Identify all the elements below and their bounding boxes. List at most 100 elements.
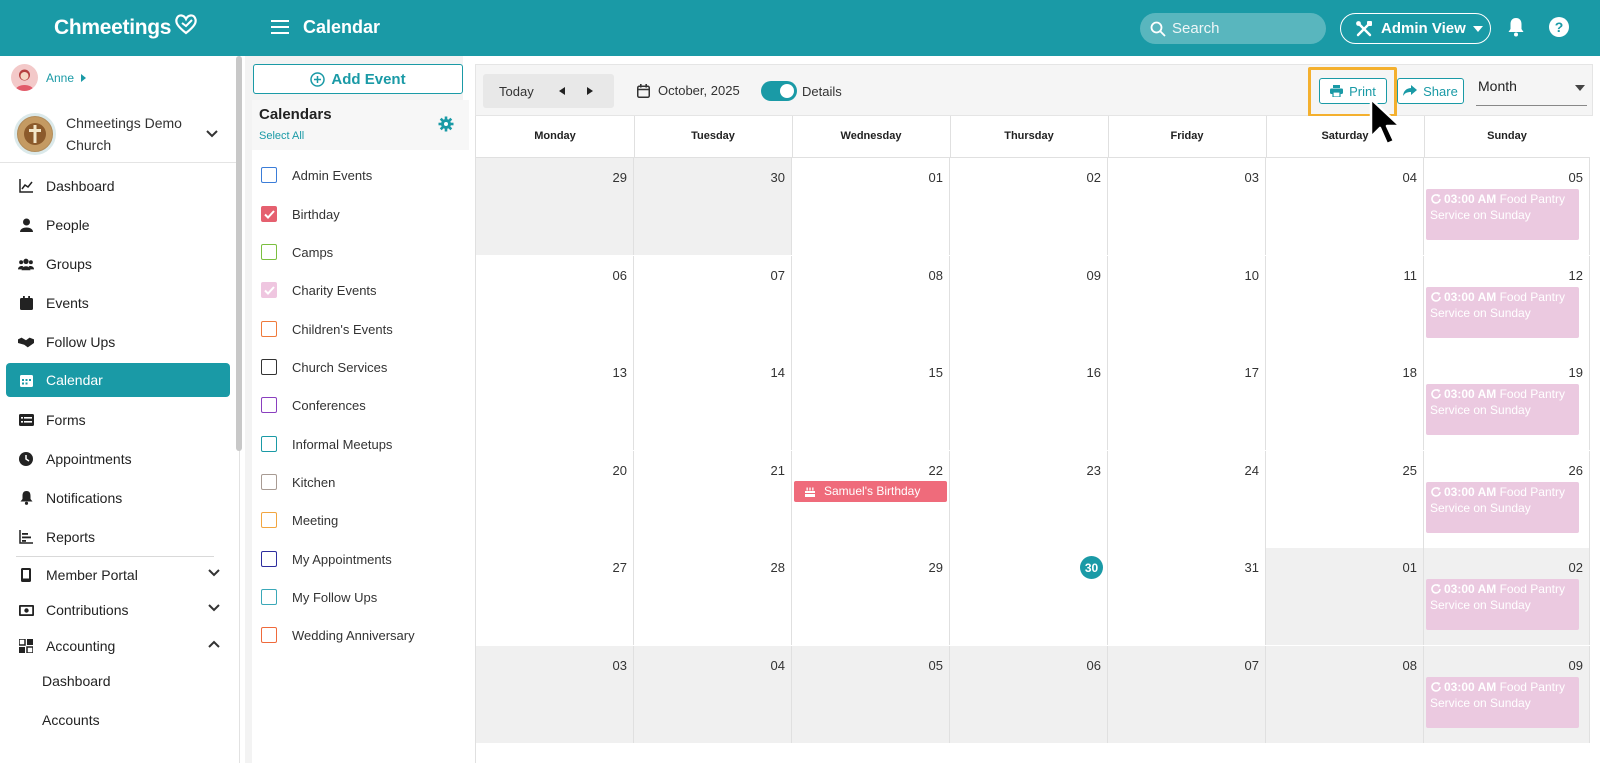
checkbox[interactable] [261,551,277,567]
day-cell[interactable]: 08 [1266,645,1424,743]
day-cell[interactable]: 23 [950,450,1108,548]
day-cell[interactable]: 08 [792,255,950,353]
day-cell[interactable]: 21 [634,450,792,548]
sidebar-item-people[interactable]: People [6,208,230,242]
sidebar-item-appointments[interactable]: Appointments [6,442,230,476]
calendar-filter-item[interactable]: Camps [261,242,333,262]
checkbox[interactable] [261,589,277,605]
day-cell[interactable]: 01 [792,158,950,255]
day-cell[interactable]: 27 [476,548,634,645]
calendar-filter-item[interactable]: Charity Events [261,280,377,300]
add-event-button[interactable]: Add Event [253,64,463,94]
user-menu[interactable]: Anne [11,64,87,91]
checkbox[interactable] [261,244,277,260]
event-chip-food-pantry[interactable]: 03:00 AM Food Pantry Service on Sunday [1426,189,1579,240]
day-cell[interactable]: 11 [1266,255,1424,353]
day-cell[interactable]: 22 Samuel's Birthday [792,450,950,548]
today-button[interactable]: Today [499,84,534,99]
day-cell[interactable]: 02 03:00 AM Food Pantry Service on Sunday [1424,548,1590,645]
event-chip-food-pantry[interactable]: 03:00 AM Food Pantry Service on Sunday [1426,481,1579,533]
checkbox-checked[interactable] [261,206,277,222]
calendar-filter-item[interactable]: Conferences [261,395,366,415]
day-cell[interactable]: 19 03:00 AM Food Pantry Service on Sunday [1424,353,1590,450]
day-cell[interactable]: 04 [634,645,792,743]
sidebar-section-contributions[interactable]: Contributions [6,593,230,627]
day-cell[interactable]: 07 [634,255,792,353]
help-icon[interactable]: ? [1548,16,1570,38]
day-cell[interactable]: 06 [950,645,1108,743]
calendar-filter-item[interactable]: Informal Meetups [261,434,392,454]
day-cell[interactable]: 25 [1266,450,1424,548]
sidebar-item-groups[interactable]: Groups [6,247,230,281]
calendar-filter-item[interactable]: Birthday [261,204,340,224]
sidebar-item-reports[interactable]: Reports [6,520,230,554]
day-cell[interactable]: 06 [476,255,634,353]
checkbox[interactable] [261,512,277,528]
calendar-filter-item[interactable]: Wedding Anniversary [261,625,415,645]
sidebar-item-follow-ups[interactable]: Follow Ups [6,325,230,359]
day-cell[interactable]: 15 [792,353,950,450]
event-chip-food-pantry[interactable]: 03:00 AM Food Pantry Service on Sunday [1426,676,1579,728]
calendar-filter-item[interactable]: Church Services [261,357,387,377]
day-cell[interactable]: 05 03:00 AM Food Pantry Service on Sunday [1424,158,1590,255]
sidebar-section-member-portal[interactable]: Member Portal [6,558,230,592]
gear-icon[interactable] [438,116,454,132]
day-cell[interactable]: 31 [1108,548,1266,645]
day-cell[interactable]: 30 [634,158,792,255]
day-cell[interactable]: 29 [476,158,634,255]
sidebar-item-dashboard[interactable]: Dashboard [6,169,230,203]
sidebar-item-calendar[interactable]: Calendar [6,363,230,397]
day-cell[interactable]: 24 [1108,450,1266,548]
calendar-filter-item[interactable]: Children's Events [261,319,393,339]
event-chip-food-pantry[interactable]: 03:00 AM Food Pantry Service on Sunday [1426,579,1579,630]
calendar-filter-item[interactable]: My Appointments [261,549,392,569]
sidebar-section-accounting[interactable]: Accounting [6,629,230,663]
day-cell[interactable]: 20 [476,450,634,548]
day-cell[interactable]: 17 [1108,353,1266,450]
day-cell[interactable]: 12 03:00 AM Food Pantry Service on Sunday [1424,255,1590,353]
day-cell[interactable]: 05 [792,645,950,743]
checkbox[interactable] [261,167,277,183]
day-cell[interactable]: 04 [1266,158,1424,255]
day-cell[interactable]: 02 [950,158,1108,255]
calendar-filter-item[interactable]: My Follow Ups [261,587,377,607]
search-input[interactable] [1172,20,1312,37]
event-chip-food-pantry[interactable]: 03:00 AM Food Pantry Service on Sunday [1426,384,1579,435]
brand-logo[interactable]: Chmeetings [54,12,199,44]
day-cell[interactable]: 28 [634,548,792,645]
hamburger-menu-icon[interactable] [271,19,289,35]
event-chip-food-pantry[interactable]: 03:00 AM Food Pantry Service on Sunday [1426,286,1579,338]
next-month-icon[interactable] [586,87,593,95]
day-cell[interactable]: 30 [950,548,1108,645]
day-cell[interactable]: 10 [1108,255,1266,353]
search-box[interactable] [1140,13,1326,44]
day-cell[interactable]: 26 03:00 AM Food Pantry Service on Sunday [1424,450,1590,548]
church-selector[interactable]: Chmeetings Demo Church [14,112,230,156]
checkbox[interactable] [261,474,277,490]
day-cell[interactable]: 09 [950,255,1108,353]
select-all-link[interactable]: Select All [259,130,304,142]
sidebar-item-events[interactable]: Events [6,286,230,320]
sidebar-scrollbar[interactable] [236,56,242,451]
checkbox[interactable] [261,436,277,452]
day-cell[interactable]: 13 [476,353,634,450]
calendar-filter-item[interactable]: Kitchen [261,472,335,492]
day-cell[interactable]: 07 [1108,645,1266,743]
checkbox[interactable] [261,359,277,375]
day-cell[interactable]: 01 [1266,548,1424,645]
event-chip-birthday[interactable]: Samuel's Birthday [794,480,947,502]
admin-view-dropdown[interactable]: Admin View [1340,13,1491,44]
day-cell[interactable]: 14 [634,353,792,450]
month-picker[interactable]: October, 2025 [637,83,740,98]
sidebar-item-forms[interactable]: Forms [6,403,230,437]
sidebar-subitem-accounting-dashboard[interactable]: Dashboard [42,673,111,689]
checkbox[interactable] [261,627,277,643]
previous-month-icon[interactable] [558,87,565,95]
day-cell[interactable]: 03 [1108,158,1266,255]
view-mode-select[interactable]: Month [1476,72,1587,106]
day-cell[interactable]: 18 [1266,353,1424,450]
calendar-filter-item[interactable]: Meeting [261,510,338,530]
notifications-bell-icon[interactable] [1507,17,1525,37]
day-cell[interactable]: 29 [792,548,950,645]
day-cell[interactable]: 03 [476,645,634,743]
